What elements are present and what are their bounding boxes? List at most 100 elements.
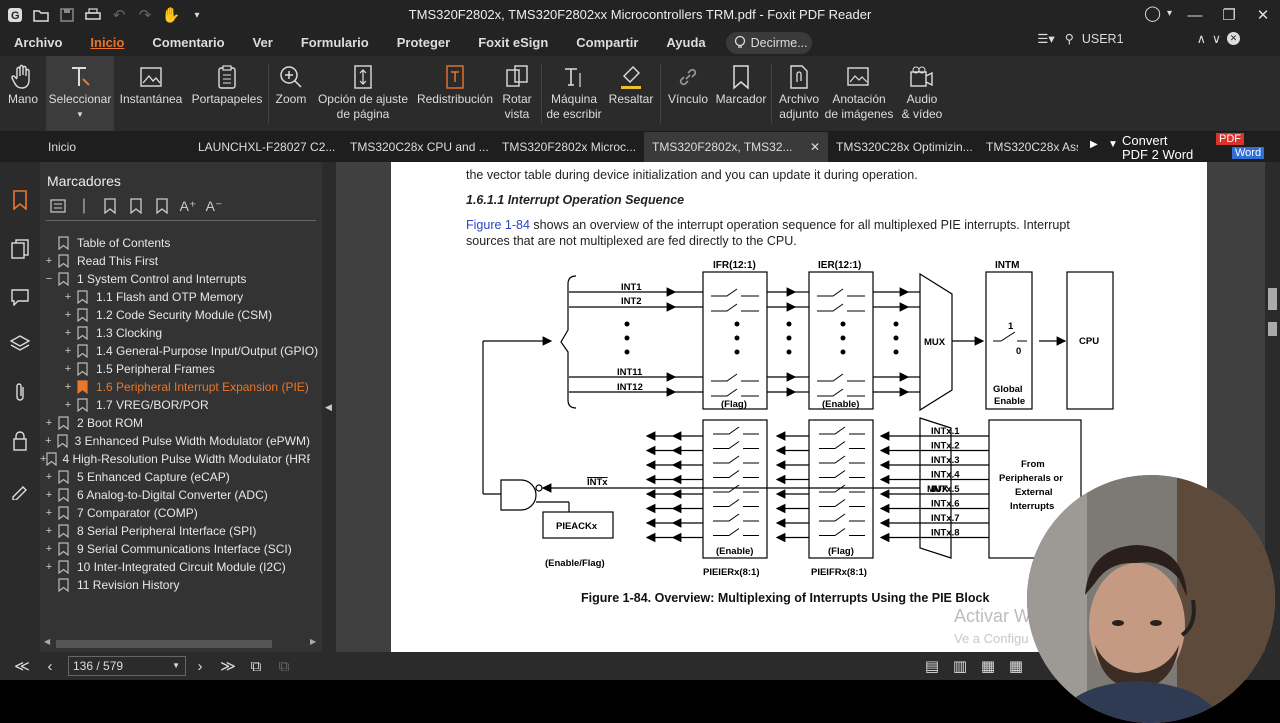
menu-archivo[interactable]: Archivo — [0, 30, 76, 56]
layers-panel-icon[interactable] — [9, 335, 31, 358]
user-icon[interactable]: ◯ — [1144, 4, 1161, 22]
tab-cpu-and[interactable]: TMS320C28x CPU and ... — [342, 132, 494, 162]
menu-ayuda[interactable]: Ayuda — [652, 30, 719, 56]
image-annotation-button[interactable]: Anotación de imágenes — [824, 56, 894, 131]
highlight-button[interactable]: Resaltar — [604, 56, 658, 131]
tell-me-box[interactable]: Decirme... — [725, 32, 812, 54]
prev-page-icon[interactable]: ‹ — [36, 652, 64, 680]
expand-icon[interactable]: + — [40, 417, 58, 429]
bookmark-item[interactable]: +7 Comparator (COMP) — [40, 504, 310, 522]
typewriter-button[interactable]: Máquina de escribir — [544, 56, 604, 131]
expand-icon[interactable]: + — [59, 327, 77, 339]
figure-link[interactable]: Figure 1-84 — [466, 218, 530, 232]
page-fit-button[interactable]: Opción de ajuste de página — [311, 56, 415, 131]
expand-icon[interactable]: + — [59, 363, 77, 375]
bookmark-item[interactable]: +3 Enhanced Pulse Width Modulator (ePWM) — [40, 432, 310, 450]
tab-scroll-right-icon[interactable]: ▶ — [1090, 139, 1098, 150]
hscroll-left-arrow[interactable]: ◀ — [44, 637, 50, 646]
expand-icon[interactable]: + — [59, 399, 77, 411]
minimize-icon[interactable]: — — [1178, 0, 1212, 30]
search-clear-icon[interactable]: ✕ — [1227, 32, 1240, 45]
expand-icon[interactable]: + — [40, 489, 58, 501]
zoom-button[interactable]: Zoom — [271, 56, 311, 131]
menu-comentario[interactable]: Comentario — [138, 30, 238, 56]
expand-icon[interactable]: + — [59, 381, 77, 393]
security-panel-icon[interactable] — [12, 431, 28, 456]
bookmark-item[interactable]: +1.7 VREG/BOR/POR — [59, 396, 329, 414]
ribbon-options-icon[interactable]: ☰▾ — [1037, 31, 1054, 46]
collapse-panel-icon[interactable]: ◀ — [325, 402, 332, 413]
tab-inicio[interactable]: Inicio — [0, 132, 190, 162]
expand-icon[interactable]: + — [40, 525, 58, 537]
previous-view-icon[interactable]: ⧉ — [270, 652, 298, 680]
expand-icon[interactable]: + — [40, 255, 58, 267]
expand-icon[interactable]: + — [40, 561, 58, 573]
panel-splitter[interactable]: ◀ — [322, 162, 336, 652]
bookmark-item[interactable]: +1.1 Flash and OTP Memory — [59, 288, 329, 306]
tab-launchxl[interactable]: LAUNCHXL-F28027 C2... — [190, 132, 342, 162]
redo-icon[interactable]: ↷ — [132, 0, 158, 30]
maximize-icon[interactable]: ❐ — [1212, 0, 1246, 30]
search-prev-icon[interactable]: ∧ — [1197, 31, 1206, 46]
bookmark-item[interactable]: +1.3 Clocking — [59, 324, 329, 342]
hand-button[interactable]: Mano — [0, 56, 46, 131]
snapshot-button[interactable]: Instantánea — [114, 56, 188, 131]
bookmark-item[interactable]: +4 High-Resolution Pulse Width Modulator… — [40, 450, 310, 468]
expand-icon[interactable]: + — [59, 309, 77, 321]
bookmark-button[interactable]: Marcador — [713, 56, 769, 131]
vscroll-thumb-small[interactable] — [1268, 322, 1277, 336]
link-button[interactable]: Vínculo — [663, 56, 713, 131]
bookmark-item[interactable]: Table of Contents — [40, 234, 310, 252]
expand-icon[interactable]: + — [59, 291, 77, 303]
page-thumbnail-icon[interactable]: ⧉ — [242, 652, 270, 680]
continuous-page-icon[interactable]: ▥ — [946, 652, 974, 680]
single-page-icon[interactable]: ▤ — [918, 652, 946, 680]
clipboard-button[interactable]: Portapapeles — [188, 56, 266, 131]
expand-icon[interactable]: + — [40, 507, 58, 519]
hscroll-thumb[interactable] — [56, 640, 272, 648]
tab-assembly[interactable]: TMS320C28x Ass — [978, 132, 1078, 162]
bookmark-item[interactable]: +5 Enhanced Capture (eCAP) — [40, 468, 310, 486]
expand-bookmark-icon[interactable]: | — [73, 196, 95, 216]
tab-optimizing[interactable]: TMS320C28x Optimizin... — [828, 132, 978, 162]
hand-tool-icon[interactable]: ✋ — [158, 0, 184, 30]
add-bookmark-icon[interactable] — [99, 196, 121, 216]
bookmark-item[interactable]: +10 Inter-Integrated Circuit Module (I2C… — [40, 558, 310, 576]
bookmark-item[interactable]: +1.6 Peripheral Interrupt Expansion (PIE… — [59, 378, 329, 396]
delete-bookmark-icon[interactable] — [151, 196, 173, 216]
page-number-field[interactable]: 136 / 579 ▼ — [68, 656, 186, 676]
bookmark-options-icon[interactable] — [47, 196, 69, 216]
menu-formulario[interactable]: Formulario — [287, 30, 383, 56]
convert-banner[interactable]: ▶ ▼ Convert PDF 2 Word PDF Word — [1090, 132, 1280, 162]
bookmark-item[interactable]: +1.5 Peripheral Frames — [59, 360, 329, 378]
comments-panel-icon[interactable] — [10, 288, 30, 311]
menu-foxit-esign[interactable]: Foxit eSign — [464, 30, 562, 56]
reflow-button[interactable]: Redistribución — [415, 56, 495, 131]
tab-list-icon[interactable]: ▼ — [1108, 139, 1118, 150]
bookmark-item[interactable]: +1.2 Code Security Module (CSM) — [59, 306, 329, 324]
tab-close-icon[interactable]: ✕ — [810, 132, 820, 162]
bookmark-item[interactable]: +9 Serial Communications Interface (SCI) — [40, 540, 310, 558]
expand-icon[interactable]: + — [40, 543, 58, 555]
select-dropdown-icon[interactable]: ▼ — [76, 107, 84, 122]
account-chevron-icon[interactable]: ▾ — [1167, 4, 1172, 22]
customize-chevron-icon[interactable]: ▾ — [184, 0, 210, 30]
next-page-icon[interactable]: › — [186, 652, 214, 680]
bookmark-item[interactable]: − 1 System Control and Interrupts — [40, 270, 310, 288]
audio-video-button[interactable]: Audio & vídeo — [894, 56, 950, 131]
facing-pages-icon[interactable]: ▦ — [974, 652, 1002, 680]
vscroll-thumb[interactable] — [1268, 288, 1277, 310]
menu-proteger[interactable]: Proteger — [383, 30, 464, 56]
undo-icon[interactable]: ↶ — [106, 0, 132, 30]
save-icon[interactable] — [54, 0, 80, 30]
print-icon[interactable] — [80, 0, 106, 30]
bookmarks-panel-icon[interactable] — [12, 190, 28, 215]
collapse-icon[interactable]: − — [40, 273, 58, 285]
hscroll-right-arrow[interactable]: ▶ — [310, 637, 316, 646]
account-area[interactable]: ◯ ▾ — [1144, 4, 1172, 22]
bookmark-item[interactable]: +1.4 General-Purpose Input/Output (GPIO) — [59, 342, 329, 360]
tab-microcontrollers[interactable]: TMS320F2802x Microc... — [494, 132, 644, 162]
first-page-icon[interactable]: ≪ — [8, 652, 36, 680]
bookmark-item[interactable]: 11 Revision History — [40, 576, 310, 594]
expand-icon[interactable]: + — [40, 435, 57, 447]
